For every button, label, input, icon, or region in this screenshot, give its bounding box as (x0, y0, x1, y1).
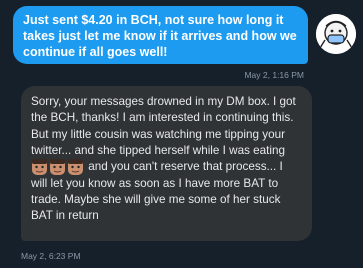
avatar[interactable] (316, 14, 356, 54)
face-emoji-icon (68, 159, 83, 176)
received-message-text-before: Sorry, your messages drowned in my DM bo… (31, 95, 296, 157)
face-emoji-icon (50, 159, 65, 176)
sent-message-text: Just sent $4.20 in BCH, not sure how lon… (23, 13, 297, 59)
received-timestamp: May 2, 6:23 PM (21, 251, 81, 261)
received-message-bubble: Sorry, your messages drowned in my DM bo… (21, 86, 312, 241)
cartoon-avatar-icon (316, 14, 356, 54)
sent-message-bubble: Just sent $4.20 in BCH, not sure how lon… (13, 6, 308, 64)
sent-timestamp: May 2, 1:16 PM (244, 70, 304, 80)
emoji-group (31, 159, 85, 176)
face-emoji-icon (32, 159, 47, 176)
